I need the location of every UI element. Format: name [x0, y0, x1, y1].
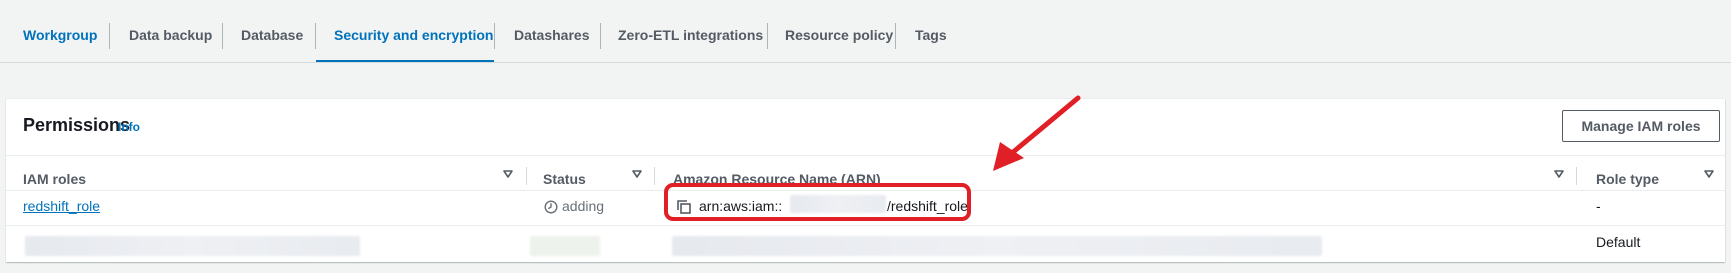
annotation-arrow-icon — [993, 95, 1081, 171]
